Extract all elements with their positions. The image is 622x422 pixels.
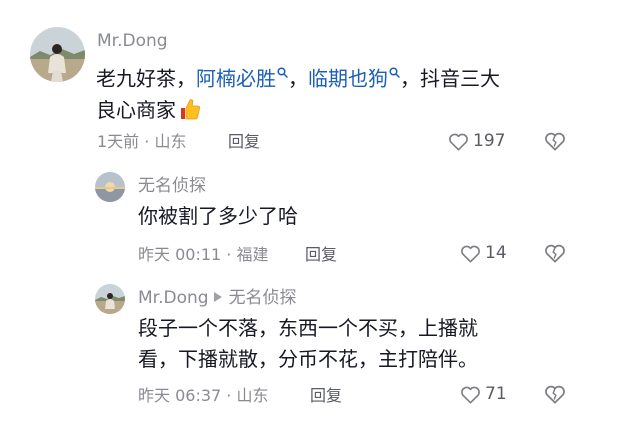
reply-meta: 昨天 00:11 · 福建 — [138, 245, 269, 264]
reply-button[interactable]: 回复 — [228, 132, 260, 152]
dislike-button[interactable] — [544, 384, 566, 408]
broken-heart-icon — [545, 132, 565, 151]
comment-username[interactable]: Mr.Dong — [97, 31, 168, 51]
reply-button[interactable]: 回复 — [305, 245, 337, 265]
dislike-button[interactable] — [544, 243, 566, 267]
reply-text-line: 段子一个不落，东西一个不买，上播就 — [138, 316, 478, 340]
broken-heart-icon — [545, 244, 565, 263]
search-icon[interactable] — [277, 56, 288, 87]
comment-text: 老九好茶，阿楠必胜 ，临期也狗 ，抖音三大 良心商家 — [96, 56, 566, 130]
reply-text: 段子一个不落，东西一个不买，上播就 看，下播就散，分币不花，主打陪伴。 — [138, 313, 478, 375]
comment-meta: 1天前 · 山东 — [97, 132, 187, 151]
like-button[interactable]: 197 — [448, 131, 505, 151]
like-button[interactable]: 14 — [460, 243, 507, 263]
reply-username[interactable]: 无名侦探 — [138, 176, 206, 196]
reply-header: Mr.Dong 无名侦探 — [138, 288, 297, 308]
user-photo-icon — [95, 172, 125, 202]
comment-text-segment: ，抖音三大 — [400, 66, 500, 91]
reply-arrow-icon — [213, 292, 222, 302]
search-icon[interactable] — [389, 56, 400, 87]
reply-button[interactable]: 回复 — [310, 386, 342, 406]
heart-icon — [461, 386, 480, 404]
comment-text-segment: ， — [288, 66, 308, 91]
reply-username[interactable]: Mr.Dong — [138, 288, 209, 308]
heart-icon — [449, 133, 468, 151]
like-count: 71 — [485, 384, 507, 404]
comment-text-segment: 良心商家 — [96, 97, 176, 122]
like-count: 197 — [473, 131, 506, 151]
user-photo-icon — [30, 27, 85, 82]
avatar[interactable] — [95, 284, 125, 314]
user-photo-icon — [95, 284, 125, 314]
mention-link-anan[interactable]: 阿楠必胜 — [196, 67, 276, 91]
reply-text: 你被割了多少了哈 — [138, 204, 298, 228]
broken-heart-icon — [545, 385, 565, 404]
like-count: 14 — [485, 243, 507, 263]
avatar[interactable] — [30, 27, 85, 82]
reply-to-username[interactable]: 无名侦探 — [229, 288, 297, 308]
dislike-button[interactable] — [544, 131, 566, 155]
reply-text-line: 看，下播就散，分币不花，主打陪伴。 — [138, 347, 478, 371]
mention-link-linqi[interactable]: 临期也狗 — [308, 67, 388, 91]
avatar[interactable] — [95, 172, 125, 202]
comment-text-segment: 老九好茶， — [96, 66, 196, 91]
thumbs-up-icon — [178, 97, 202, 130]
reply-meta: 昨天 06:37 · 山东 — [138, 386, 269, 405]
like-button[interactable]: 71 — [460, 384, 507, 404]
heart-icon — [461, 245, 480, 263]
